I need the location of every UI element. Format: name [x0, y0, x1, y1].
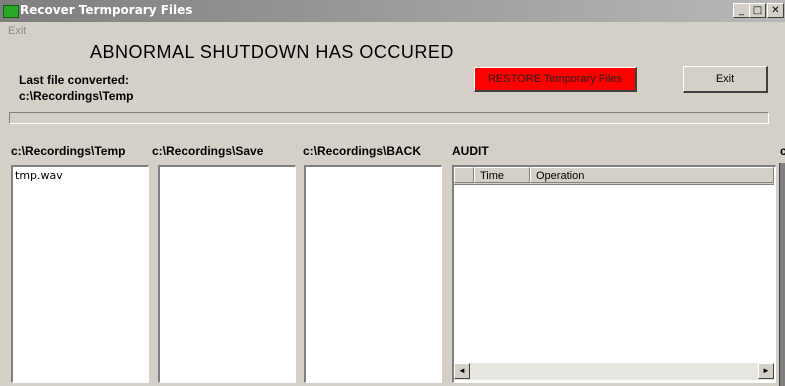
audit-list-view[interactable]: Time Operation ◄ ► — [452, 165, 776, 383]
save-file-list[interactable] — [158, 165, 296, 383]
column-header-operation[interactable]: Operation — [530, 167, 774, 183]
scroll-right-icon[interactable]: ► — [758, 363, 774, 379]
back-folder-label: c:\Recordings\BACK — [303, 144, 422, 158]
horizontal-scrollbar[interactable]: ◄ ► — [454, 363, 774, 380]
column-header-time[interactable]: Time — [474, 167, 530, 183]
scroll-left-icon[interactable]: ◄ — [454, 363, 470, 379]
save-folder-label: c:\Recordings\Save — [152, 144, 264, 158]
maximize-button[interactable]: □ — [749, 3, 766, 18]
menu-exit[interactable]: Exit — [8, 25, 26, 37]
title-bar: Recover Termporary Files _ □ ✕ — [0, 0, 785, 22]
audit-header: Time Operation — [454, 167, 774, 185]
column-header-blank[interactable] — [454, 167, 474, 183]
progress-bar — [9, 112, 769, 124]
temp-file-list[interactable]: tmp.wav — [11, 165, 149, 383]
clipped-label: c — [780, 144, 785, 158]
audit-label: AUDIT — [452, 144, 489, 158]
restore-temporary-files-button[interactable]: RESTORE Temporary Files — [474, 67, 637, 92]
back-file-list[interactable] — [304, 165, 442, 383]
headline: ABNORMAL SHUTDOWN HAS OCCURED — [90, 42, 454, 62]
close-button[interactable]: ✕ — [767, 3, 784, 18]
minimize-button[interactable]: _ — [733, 3, 750, 18]
temp-folder-label: c:\Recordings\Temp — [11, 144, 126, 158]
list-item[interactable]: tmp.wav — [15, 169, 63, 182]
last-file-path: c:\Recordings\Temp — [19, 89, 134, 103]
exit-button[interactable]: Exit — [683, 66, 768, 93]
clipped-panel-edge — [779, 163, 785, 386]
window-title: Recover Termporary Files — [20, 3, 193, 17]
last-file-label: Last file converted: — [19, 73, 130, 87]
app-icon — [3, 5, 19, 18]
